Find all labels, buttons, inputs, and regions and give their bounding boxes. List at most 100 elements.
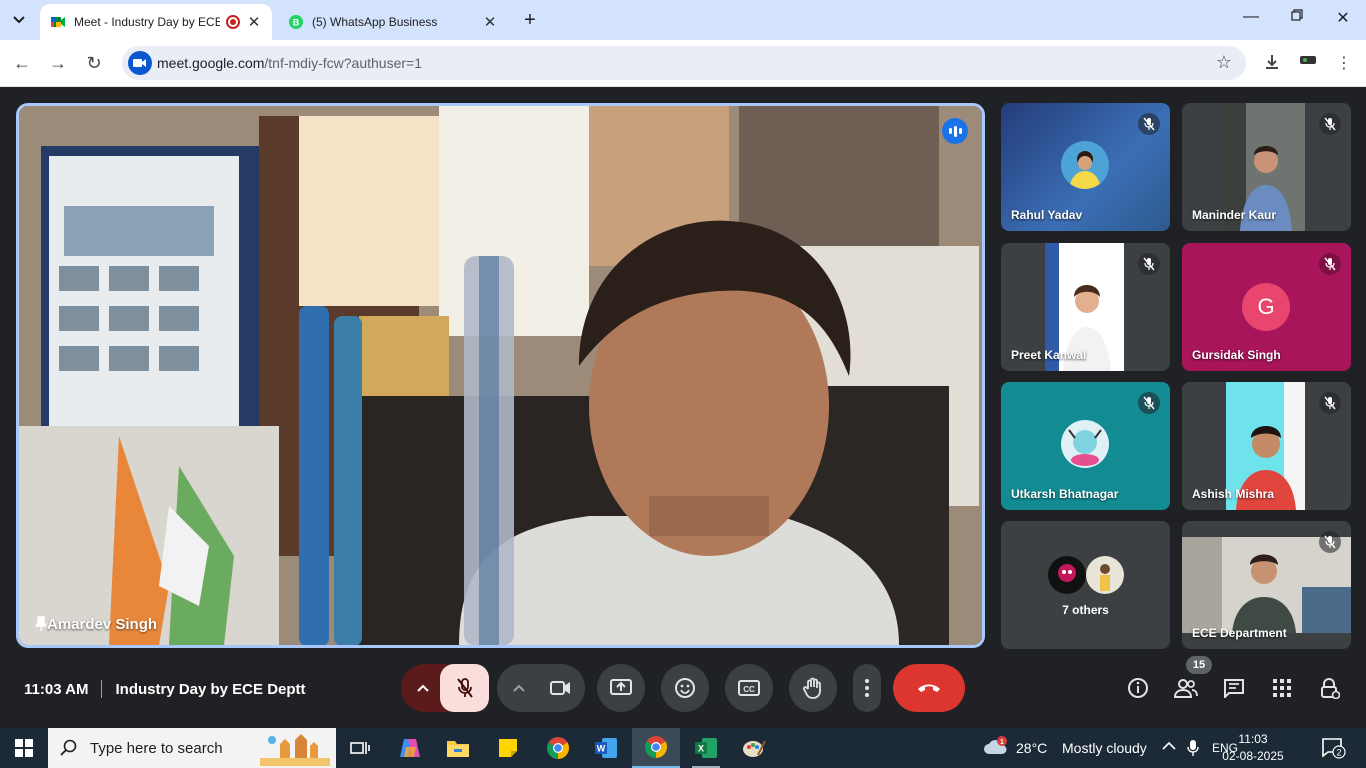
leave-call-button[interactable] [893, 664, 965, 712]
paint-icon[interactable] [730, 728, 778, 768]
participant-count-badge: 15 [1186, 656, 1212, 674]
captions-icon: CC [738, 680, 760, 696]
task-view-icon[interactable] [336, 728, 384, 768]
close-tab-icon[interactable]: ✕ [246, 13, 262, 31]
meeting-info: 11:03 AM Industry Day by ECE Deptt [24, 680, 306, 698]
participant-tile[interactable]: Rahul Yadav [1001, 103, 1170, 231]
end-call-icon [918, 684, 940, 692]
url-text: meet.google.com/tnf-mdiy-fcw?authuser=1 [157, 55, 422, 71]
main-speaker-tile[interactable]: Amardev Singh [16, 103, 985, 648]
browser-toolbar: ← → ↻ meet.google.com/tnf-mdiy-fcw?authu… [0, 40, 1366, 87]
audio-options-chevron-icon[interactable] [401, 664, 445, 712]
reload-icon[interactable]: ↻ [82, 52, 106, 76]
raise-hand-icon [803, 677, 821, 699]
others-avatars [1047, 555, 1127, 595]
reactions-button[interactable] [661, 664, 709, 712]
tray-overflow-chevron-icon[interactable] [1162, 738, 1176, 754]
recording-icon [226, 15, 240, 29]
search-icon [60, 739, 77, 756]
others-tile[interactable]: 7 others [1001, 521, 1170, 649]
windows-start-icon[interactable] [0, 728, 48, 768]
close-window-icon[interactable]: ✕ [1328, 8, 1358, 28]
svg-text:W: W [597, 744, 606, 754]
tab-meet[interactable]: Meet - Industry Day by ECE ✕ [40, 4, 272, 40]
captions-button[interactable]: CC [725, 664, 773, 712]
participant-tile[interactable]: G Gursidak Singh [1182, 243, 1351, 371]
weather-icon[interactable]: 1 [983, 736, 1009, 763]
close-tab-icon[interactable]: ✕ [482, 13, 498, 31]
mic-off-icon [456, 678, 473, 698]
whatsapp-business-icon: B [289, 15, 303, 29]
meeting-clock: 11:03 AM [24, 680, 89, 698]
chrome-active-icon[interactable] [632, 728, 680, 768]
participant-avatar [1061, 420, 1109, 468]
windows-taskbar: Type here to search W X 1 28°C Mostly cl… [0, 728, 1366, 768]
mic-muted-icon [1319, 113, 1341, 135]
participant-tile[interactable]: Utkarsh Bhatnagar [1001, 382, 1170, 510]
host-controls-lock-icon[interactable] [1317, 676, 1343, 700]
meeting-title: Industry Day by ECE Deptt [115, 680, 306, 698]
copilot-icon[interactable] [386, 728, 434, 768]
back-arrow-icon[interactable]: ← [10, 52, 34, 76]
participant-avatar [1061, 141, 1109, 189]
system-clock[interactable]: 11:03 02-08-2025 [1218, 731, 1288, 765]
microphone-tray-icon[interactable] [1187, 739, 1199, 760]
chat-icon[interactable] [1221, 676, 1247, 700]
participant-tile[interactable]: Ashish Mishra [1182, 382, 1351, 510]
browser-menu-icon[interactable]: ⋮ [1333, 53, 1355, 73]
participant-tile[interactable]: Maninder Kaur [1182, 103, 1351, 231]
bookmark-star-icon[interactable]: ☆ [1216, 52, 1232, 73]
excel-icon[interactable]: X [682, 728, 730, 768]
meeting-details-icon[interactable] [1125, 676, 1151, 700]
svg-text:B: B [293, 18, 300, 28]
tab-title: (5) WhatsApp Business [312, 15, 438, 29]
minimize-icon[interactable]: — [1236, 8, 1266, 26]
mic-muted-icon [1138, 113, 1160, 135]
tab-whatsapp[interactable]: B (5) WhatsApp Business ✕ [278, 4, 508, 40]
tab-title: Meet - Industry Day by ECE [74, 15, 220, 29]
more-vert-icon [865, 679, 869, 697]
weather-desc: Mostly cloudy [1062, 740, 1147, 756]
mic-muted-icon [1138, 392, 1160, 414]
browser-tab-strip: Meet - Industry Day by ECE ✕ B (5) Whats… [0, 0, 1366, 40]
download-icon[interactable] [1261, 53, 1283, 76]
present-screen-button[interactable] [597, 664, 645, 712]
microphone-off-button[interactable] [440, 664, 489, 712]
present-screen-icon [610, 679, 632, 695]
activities-grid-icon[interactable] [1269, 676, 1295, 700]
address-bar[interactable]: meet.google.com/tnf-mdiy-fcw?authuser=1 … [122, 46, 1246, 80]
participant-tile[interactable]: Preet Kanwal [1001, 243, 1170, 371]
camera-icon [550, 681, 570, 695]
chrome-icon[interactable] [534, 728, 582, 768]
forward-arrow-icon[interactable]: → [46, 52, 70, 76]
word-icon[interactable]: W [582, 728, 630, 768]
mic-muted-icon [1138, 253, 1160, 275]
new-tab-plus-icon[interactable]: + [520, 9, 540, 31]
people-icon[interactable] [1173, 676, 1199, 700]
notifications-icon[interactable]: 2 [1322, 737, 1346, 764]
participant-tile[interactable]: ECE Department [1182, 521, 1351, 649]
extension-icon[interactable] [1297, 53, 1319, 72]
taskbar-search-box[interactable]: Type here to search [48, 728, 336, 768]
more-options-button[interactable] [853, 664, 881, 712]
restore-icon[interactable] [1282, 8, 1312, 26]
speaking-indicator-icon [942, 118, 968, 144]
weather-temp: 28°C [1016, 740, 1048, 756]
speaker-video [19, 106, 982, 645]
mic-muted-icon [1319, 531, 1341, 553]
meet-camera-icon [128, 51, 152, 75]
file-explorer-icon[interactable] [434, 728, 482, 768]
sticky-notes-icon[interactable] [484, 728, 532, 768]
svg-text:CC: CC [743, 685, 755, 694]
google-meet-icon [51, 17, 65, 27]
participant-letter-avatar: G [1242, 283, 1290, 331]
emoji-icon [675, 678, 695, 698]
video-options-chevron-icon[interactable] [497, 664, 541, 712]
tab-search-chevron-icon[interactable] [6, 8, 32, 32]
search-placeholder: Type here to search [90, 739, 223, 757]
camera-button[interactable] [537, 664, 585, 712]
search-highlight-icon [260, 734, 330, 766]
raise-hand-button[interactable] [789, 664, 837, 712]
svg-text:1: 1 [1000, 739, 1004, 746]
main-speaker-name: Amardev Singh [35, 616, 157, 633]
